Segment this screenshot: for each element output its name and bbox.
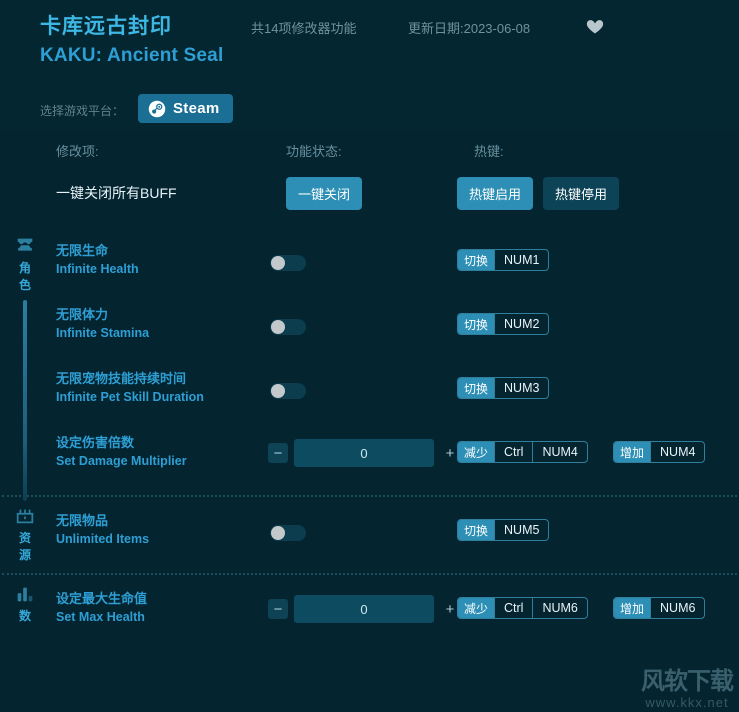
hotkey-action-label: 增加 — [614, 442, 651, 462]
hotkey-action-label: 切换 — [458, 378, 495, 398]
hotkey-chip[interactable]: 切换 NUM3 — [457, 377, 550, 399]
platform-button-label: Steam — [173, 100, 220, 117]
stepper-decrement-button[interactable]: − — [268, 443, 288, 463]
feature-row: 设定最大生命值Set Max Health−+减少CtrlNUM6增加NUM6 — [0, 581, 739, 645]
hotkey-chip[interactable]: 增加 NUM6 — [613, 597, 706, 619]
hotkey-chip[interactable]: 减少 Ctrl NUM6 — [457, 597, 588, 619]
hotkey-key-label: NUM6 — [532, 598, 586, 618]
feature-labels: 无限物品 Unlimited Items — [56, 512, 149, 548]
close-all-buffs-button[interactable]: 一键关闭 — [286, 177, 363, 210]
column-header-status: 功能状态: — [286, 144, 342, 159]
section-character: 角 色无限生命 Infinite Health 切换 NUM1 无限体力 Infinite… — [0, 227, 739, 501]
toggle-knob — [271, 256, 285, 270]
feature-labels: 无限生命 Infinite Health — [56, 242, 139, 278]
feature-labels: 无限宠物技能持续时间 Infinite Pet Skill Duration — [56, 370, 204, 406]
stepper-value-input[interactable] — [294, 595, 434, 623]
column-header-hotkey: 热键: — [474, 144, 504, 159]
feature-toggle[interactable] — [270, 319, 306, 335]
section-stats: 数设定最大生命值Set Max Health−+减少CtrlNUM6增加NUM6 — [0, 575, 739, 651]
watermark-url: www.kkx.net — [645, 695, 729, 710]
feature-label-en: Set Max Health — [56, 610, 145, 624]
stepper-decrement-button[interactable]: − — [268, 599, 288, 619]
feature-label-cn: 无限物品 — [56, 513, 109, 528]
master-row-label: 一键关闭所有BUFF — [56, 185, 177, 201]
feature-label-cn: 无限体力 — [56, 307, 109, 322]
page-title-en: KAKU: Ancient Seal — [40, 45, 224, 66]
column-header-item: 修改项: — [56, 144, 99, 159]
feature-label-en: Infinite Stamina — [56, 326, 150, 340]
feature-label-en: Infinite Health — [56, 262, 139, 276]
platform-button-steam[interactable]: Steam — [138, 94, 233, 123]
hotkey-key-label: NUM4 — [650, 442, 704, 462]
hotkey-chip[interactable]: 切换 NUM1 — [457, 249, 550, 271]
feature-toggle[interactable] — [270, 525, 306, 541]
section-resources: 资 源无限物品 Unlimited Items 切换 NUM5 — [0, 497, 739, 573]
hotkey-key-label: NUM3 — [494, 378, 548, 398]
watermark-text-cn: 风软下载 — [641, 668, 734, 695]
stepper-value-input[interactable] — [294, 439, 434, 467]
hotkey-action-label: 切换 — [458, 314, 495, 334]
feature-label-en: Unlimited Items — [56, 532, 150, 546]
feature-label-en: Set Damage Multiplier — [56, 454, 187, 468]
feature-row: 无限物品 Unlimited Items 切换 NUM5 — [0, 503, 739, 567]
feature-toggle[interactable] — [270, 255, 306, 271]
site-watermark: 风软下载 www.kkx.net — [641, 668, 734, 711]
update-date-text: 更新日期:2023-06-08 — [408, 21, 531, 36]
app-header: 卡库远古封印 KAKU: Ancient Seal 共14项修改器功能 更新日期… — [0, 0, 739, 131]
hotkey-action-label: 增加 — [614, 598, 651, 618]
hotkey-key-label: Ctrl — [494, 598, 532, 618]
feature-label-cn: 设定最大生命值 — [56, 591, 148, 606]
hotkey-chip[interactable]: 切换 NUM2 — [457, 313, 550, 335]
value-stepper: −+ — [268, 439, 460, 467]
feature-label-en: Infinite Pet Skill Duration — [56, 390, 204, 404]
hotkey-action-label: 切换 — [458, 520, 495, 540]
hotkey-key-label: Ctrl — [494, 442, 532, 462]
hotkey-chip[interactable]: 切换 NUM5 — [457, 519, 550, 541]
hotkey-key-label: NUM6 — [650, 598, 704, 618]
feature-labels: 无限体力 Infinite Stamina — [56, 306, 149, 342]
toggle-knob — [271, 320, 285, 334]
steam-icon — [148, 100, 166, 118]
heart-icon[interactable] — [585, 16, 605, 36]
feature-labels: 设定伤害倍数 Set Damage Multiplier — [56, 434, 187, 470]
column-headers: 修改项: 功能状态: 热键: — [0, 131, 739, 167]
hotkeys-disable-button[interactable]: 热键停用 — [543, 177, 620, 210]
sections-container: 角 色无限生命 Infinite Health 切换 NUM1 无限体力 Infinite… — [0, 227, 739, 651]
hotkey-action-label: 切换 — [458, 250, 495, 270]
toggle-knob — [271, 526, 285, 540]
hotkeys-enable-button[interactable]: 热键启用 — [457, 177, 534, 210]
hotkey-action-label: 减少 — [458, 442, 495, 462]
page-title-cn: 卡库远古封印 — [40, 15, 172, 38]
value-stepper: −+ — [268, 595, 460, 623]
feature-label-cn: 无限生命 — [56, 243, 109, 258]
feature-row: 无限体力 Infinite Stamina 切换 NUM2 — [0, 297, 739, 361]
hotkey-chip[interactable]: 减少 Ctrl NUM4 — [457, 441, 588, 463]
hotkey-key-label: NUM5 — [494, 520, 548, 540]
feature-toggle[interactable] — [270, 383, 306, 399]
feature-row: 无限生命 Infinite Health 切换 NUM1 — [0, 233, 739, 297]
master-row: 一键关闭所有BUFF 一键关闭 热键启用 热键停用 — [0, 167, 739, 227]
hotkey-key-label: NUM1 — [494, 250, 548, 270]
feature-label-cn: 无限宠物技能持续时间 — [56, 371, 187, 386]
feature-labels: 设定最大生命值 Set Max Health — [56, 590, 147, 626]
hotkey-action-label: 减少 — [458, 598, 495, 618]
platform-select-label: 选择游戏平台： — [40, 104, 125, 118]
feature-count-text: 共14项修改器功能 — [251, 21, 357, 36]
feature-row: 无限宠物技能持续时间 Infinite Pet Skill Duration 切换 N… — [0, 361, 739, 425]
feature-row: 设定伤害倍数Set Damage Multiplier−+减少CtrlNUM4增… — [0, 425, 739, 489]
hotkey-key-label: NUM4 — [532, 442, 586, 462]
feature-label-cn: 设定伤害倍数 — [56, 435, 135, 450]
hotkey-chip[interactable]: 增加 NUM4 — [613, 441, 706, 463]
hotkey-key-label: NUM2 — [494, 314, 548, 334]
toggle-knob — [271, 384, 285, 398]
